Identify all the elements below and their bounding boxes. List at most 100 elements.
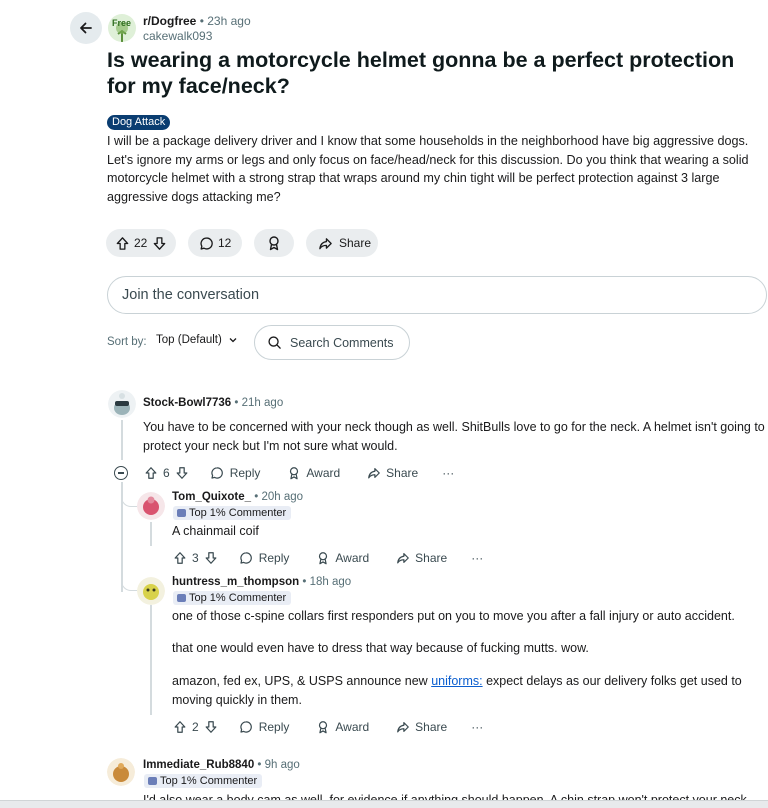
post-vote-count: 22 <box>134 236 148 250</box>
comment-bubble-icon <box>239 720 254 735</box>
avatar[interactable] <box>137 577 165 605</box>
comment-username[interactable]: huntress_m_thompson <box>172 576 299 588</box>
collapse-thread-button[interactable] <box>114 466 128 480</box>
thread-line <box>150 605 152 715</box>
reply-label: Reply <box>258 551 290 565</box>
post-share-button[interactable]: Share <box>306 229 378 257</box>
comment-header: Stock-Bowl7736 • 21h ago <box>143 397 284 409</box>
comment-username[interactable]: Tom_Quixote_ <box>172 491 251 503</box>
downvote-icon[interactable] <box>204 551 219 566</box>
share-label: Share <box>415 551 448 565</box>
award-icon <box>315 720 330 735</box>
award-icon <box>266 235 282 251</box>
comment-username[interactable]: Stock-Bowl7736 <box>143 397 231 409</box>
badge-icon <box>177 509 186 517</box>
sort-dropdown[interactable]: Top (Default) <box>156 334 238 346</box>
badge-label: Top 1% Commenter <box>160 775 258 787</box>
share-button[interactable]: Share <box>366 466 418 481</box>
share-arrow-icon <box>395 551 410 566</box>
award-button[interactable]: Award <box>315 720 369 735</box>
comment-age: 20h ago <box>261 491 304 503</box>
sort-value: Top (Default) <box>156 334 222 346</box>
badge-label: Top 1% Commenter <box>189 507 287 519</box>
horizontal-scrollbar[interactable] <box>0 800 768 808</box>
subreddit-avatar[interactable]: Free <box>108 14 136 42</box>
badge-icon <box>177 594 186 602</box>
award-label: Award <box>335 551 370 565</box>
comment-age: 18h ago <box>309 576 352 588</box>
reply-button[interactable]: Reply <box>239 551 290 566</box>
post-flair[interactable]: Dog Attack <box>107 115 171 130</box>
post-award-button[interactable] <box>254 229 294 257</box>
comment-age: 21h ago <box>241 397 284 409</box>
comment-bubble-icon <box>239 551 254 566</box>
comment-actions: 2 Reply Award Share ··· <box>172 717 483 737</box>
comment-username[interactable]: Immediate_Rub8840 <box>143 759 254 771</box>
badge-icon <box>148 777 157 785</box>
post-meta: r/Dogfree • 23h ago cakewalk093 <box>143 14 251 44</box>
comment-age: 9h ago <box>264 759 300 771</box>
more-options-button[interactable]: ··· <box>442 466 454 480</box>
uniforms-link[interactable]: uniforms: <box>431 674 482 688</box>
award-label: Award <box>335 720 370 734</box>
top-commenter-badge: Top 1% Commenter <box>144 774 263 788</box>
comment-vote: 6 <box>143 466 190 481</box>
award-button[interactable]: Award <box>286 466 340 481</box>
comment-vote: 3 <box>172 551 219 566</box>
reply-label: Reply <box>229 466 261 480</box>
back-button[interactable] <box>70 12 102 44</box>
downvote-icon[interactable] <box>204 720 219 735</box>
share-arrow-icon <box>395 720 410 735</box>
comment-text: You have to be concerned with your neck … <box>143 420 765 453</box>
award-icon <box>286 466 301 481</box>
chevron-down-icon <box>229 338 237 343</box>
share-label: Share <box>415 720 448 734</box>
share-button[interactable]: Share <box>395 551 447 566</box>
upvote-icon[interactable] <box>172 551 187 566</box>
comment-paragraph-text: amazon, fed ex, UPS, & USPS announce new <box>172 674 432 688</box>
downvote-icon[interactable] <box>151 235 167 251</box>
comment-header: Immediate_Rub8840 • 9h ago <box>143 759 300 771</box>
share-arrow-icon <box>317 235 333 251</box>
award-button[interactable]: Award <box>315 551 369 566</box>
downvote-icon[interactable] <box>175 466 190 481</box>
reply-button[interactable]: Reply <box>239 720 290 735</box>
join-conversation-input[interactable]: Join the conversation <box>107 276 767 314</box>
subreddit-link[interactable]: r/Dogfree <box>143 14 196 28</box>
search-comments-placeholder: Search Comments <box>290 335 394 350</box>
comment-vote-count: 6 <box>163 466 170 480</box>
post-comments-button[interactable]: 12 <box>188 229 242 257</box>
post-comment-count: 12 <box>218 236 232 250</box>
comment-actions: 6 Reply Award Share ··· <box>143 463 454 483</box>
top-commenter-badge: Top 1% Commenter <box>173 591 292 605</box>
avatar[interactable] <box>137 492 165 520</box>
sort-label: Sort by: <box>107 336 147 348</box>
avatar[interactable] <box>107 758 135 786</box>
post-author[interactable]: cakewalk093 <box>143 29 251 44</box>
avatar[interactable] <box>108 390 136 418</box>
comment-vote: 2 <box>172 720 219 735</box>
reply-label: Reply <box>258 720 290 734</box>
top-commenter-badge: Top 1% Commenter <box>173 506 292 520</box>
badge-label: Top 1% Commenter <box>189 592 287 604</box>
upvote-icon[interactable] <box>114 235 130 251</box>
award-label: Award <box>306 466 341 480</box>
reply-button[interactable]: Reply <box>210 466 261 481</box>
post-share-label: Share <box>339 236 372 250</box>
upvote-icon[interactable] <box>143 466 158 481</box>
thread-elbow <box>121 565 137 591</box>
comment-header: Tom_Quixote_ • 20h ago <box>172 491 304 503</box>
share-label: Share <box>386 466 419 480</box>
search-comments-input[interactable]: Search Comments <box>254 325 410 360</box>
upvote-icon[interactable] <box>172 720 187 735</box>
more-options-button[interactable]: ··· <box>471 720 483 734</box>
more-options-button[interactable]: ··· <box>471 551 483 565</box>
comment-paragraph: that one would even have to dress that w… <box>172 641 589 655</box>
post-body: I will be a package delivery driver and … <box>107 134 749 204</box>
comment-bubble-icon <box>198 235 214 251</box>
post-vote-pill: 22 <box>106 229 176 257</box>
comment-text: A chainmail coif <box>172 524 259 538</box>
post-age: 23h ago <box>207 14 251 28</box>
share-button[interactable]: Share <box>395 720 447 735</box>
subreddit-avatar-text: Free <box>112 18 132 28</box>
